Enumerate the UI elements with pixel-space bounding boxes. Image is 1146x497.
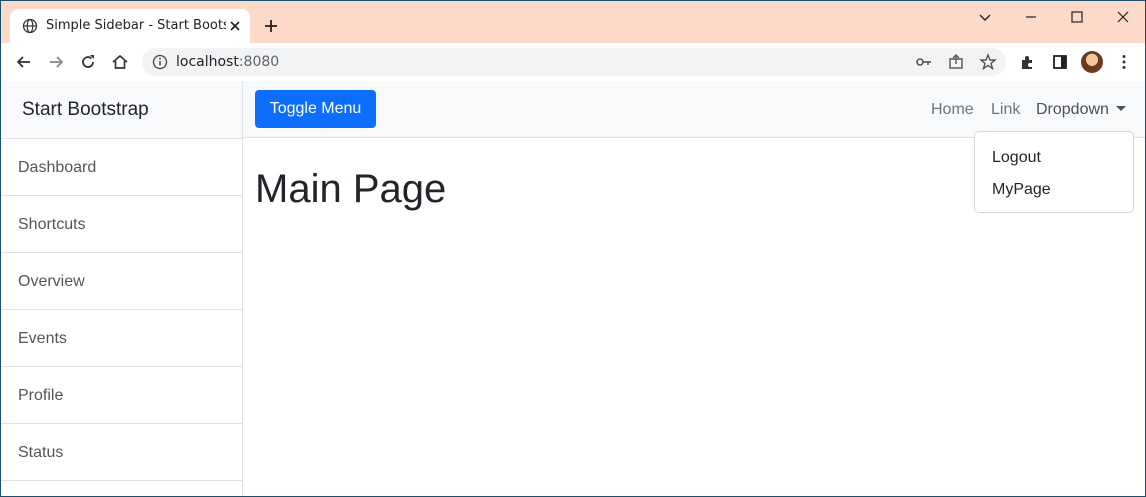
address-bar[interactable]: localhost:8080 xyxy=(142,48,1006,76)
sidebar-item-status[interactable]: Status xyxy=(1,424,242,481)
page-title: Main Page xyxy=(255,167,447,211)
side-panel-icon[interactable] xyxy=(1050,52,1070,72)
bookmark-star-icon[interactable] xyxy=(979,53,997,71)
toggle-menu-button[interactable]: Toggle Menu xyxy=(255,90,376,128)
sidebar-heading: Start Bootstrap xyxy=(1,81,242,139)
title-bar: Simple Sidebar - Start Bootstrap xyxy=(1,1,1145,43)
sidebar-item-profile[interactable]: Profile xyxy=(1,367,242,424)
key-icon[interactable] xyxy=(915,53,933,71)
nav-dropdown-toggle[interactable]: Dropdown xyxy=(1036,100,1109,119)
reload-icon[interactable] xyxy=(78,52,98,72)
url-port: :8080 xyxy=(238,54,280,70)
info-icon[interactable] xyxy=(152,54,168,70)
tab-title: Simple Sidebar - Start Bootstrap xyxy=(46,18,226,33)
share-icon[interactable] xyxy=(947,53,965,71)
url-text: localhost:8080 xyxy=(176,54,279,70)
tab-search-chevron-icon[interactable] xyxy=(975,7,995,27)
page-content: Start Bootstrap Dashboard Shortcuts Over… xyxy=(1,81,1145,496)
browser-tab[interactable]: Simple Sidebar - Start Bootstrap xyxy=(10,9,250,43)
dropdown-menu: Logout MyPage xyxy=(974,131,1134,213)
sidebar-item-dashboard[interactable]: Dashboard xyxy=(1,139,242,196)
sidebar-item-overview[interactable]: Overview xyxy=(1,253,242,310)
browser-window: Simple Sidebar - Start Bootstrap xyxy=(0,0,1146,497)
extensions-icon[interactable] xyxy=(1018,52,1038,72)
nav-link-link[interactable]: Link xyxy=(991,100,1020,119)
dropdown-item-logout[interactable]: Logout xyxy=(992,148,1041,167)
sidebar-item-events[interactable]: Events xyxy=(1,310,242,367)
browser-toolbar: localhost:8080 xyxy=(1,43,1145,81)
close-window-icon[interactable] xyxy=(1113,7,1133,27)
sidebar: Start Bootstrap Dashboard Shortcuts Over… xyxy=(1,81,243,496)
forward-arrow-icon[interactable] xyxy=(46,52,66,72)
profile-avatar[interactable] xyxy=(1081,51,1103,73)
close-tab-icon[interactable] xyxy=(228,19,242,33)
url-host: localhost xyxy=(176,54,239,70)
dropdown-item-mypage[interactable]: MyPage xyxy=(992,180,1051,199)
minimize-icon[interactable] xyxy=(1021,7,1041,27)
new-tab-icon[interactable] xyxy=(261,16,281,36)
more-menu-icon[interactable] xyxy=(1114,52,1134,72)
globe-icon xyxy=(22,18,38,34)
back-arrow-icon[interactable] xyxy=(14,52,34,72)
nav-link-home[interactable]: Home xyxy=(931,100,974,119)
sidebar-item-shortcuts[interactable]: Shortcuts xyxy=(1,196,242,253)
home-icon[interactable] xyxy=(110,52,130,72)
caret-down-icon[interactable] xyxy=(1116,106,1126,111)
top-navbar: Toggle Menu Home Link Dropdown xyxy=(243,81,1145,138)
maximize-icon[interactable] xyxy=(1067,7,1087,27)
